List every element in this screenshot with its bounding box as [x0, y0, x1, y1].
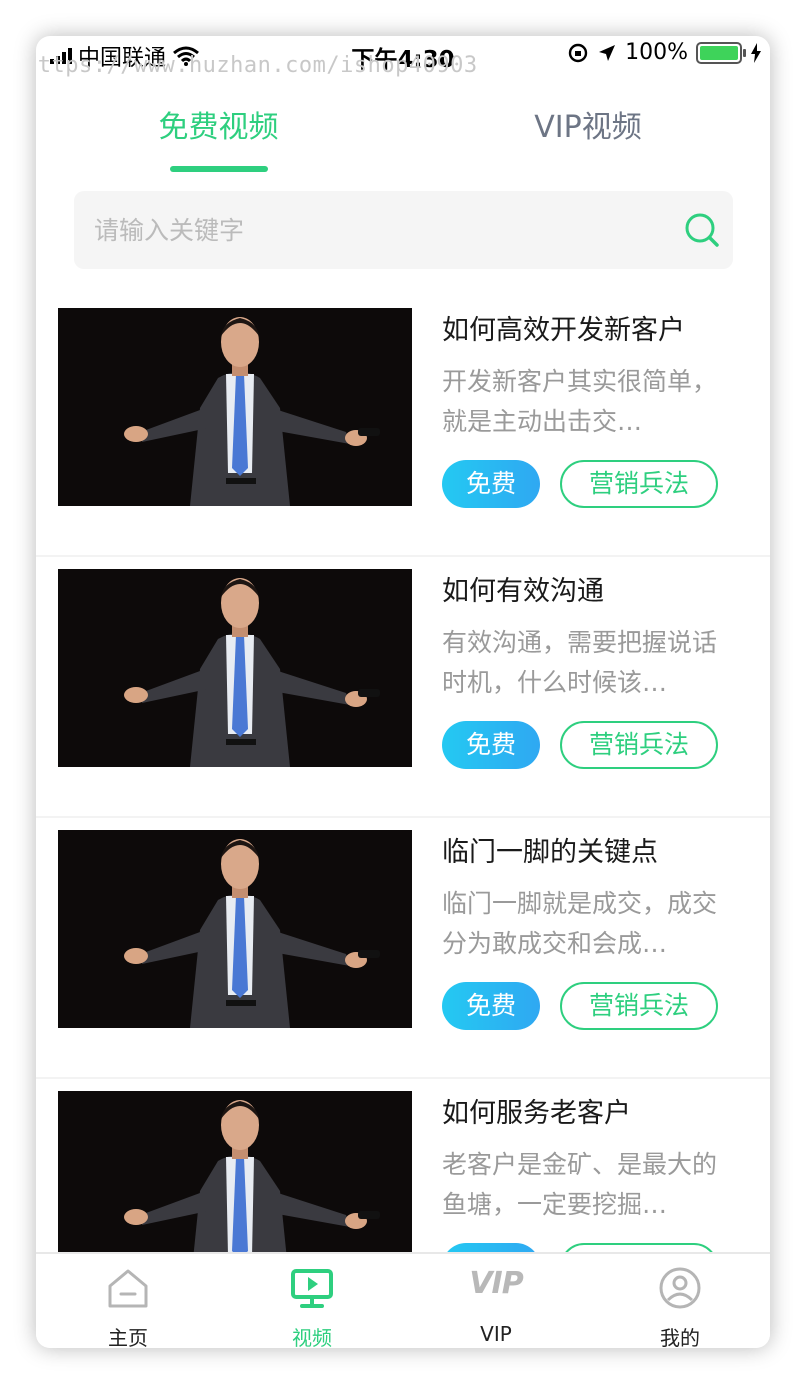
location-icon: [599, 44, 616, 61]
status-bar: 中国联通 下午4:30 100% https://www.huzhan.com/…: [36, 36, 770, 78]
active-tab-indicator: [170, 166, 268, 172]
phone-screen: 中国联通 下午4:30 100% https://www.huzhan.com/…: [36, 36, 770, 1348]
nav-label-profile: 我的: [660, 1326, 700, 1348]
tab-vip-videos[interactable]: VIP视频: [508, 102, 668, 182]
free-badge: 免费: [442, 460, 540, 508]
search-bar: [74, 191, 733, 269]
home-icon: [108, 1269, 148, 1308]
video-title[interactable]: 如何有效沟通: [442, 569, 604, 608]
video-description: 开发新客户其实很简单，就是主动出击交…: [442, 367, 718, 436]
video-item[interactable]: 临门一脚的关键点 临门一脚就是成交，成交分为敢成交和会成… 免费 营销兵法: [36, 818, 770, 1079]
nav-item-home[interactable]: 主页: [68, 1254, 188, 1348]
video-description: 有效沟通，需要把握说话时机，什么时候该…: [442, 628, 718, 697]
video-thumbnail[interactable]: [58, 308, 412, 506]
video-title[interactable]: 如何服务老客户: [442, 1091, 631, 1130]
status-right: 100%: [567, 40, 762, 65]
video-thumbnail[interactable]: [58, 569, 412, 767]
vip-icon: VIP: [469, 1266, 523, 1301]
nav-label-vip: VIP: [480, 1322, 512, 1346]
presenter-image: [58, 569, 412, 767]
nav-label-home: 主页: [108, 1326, 148, 1348]
nav-item-vip[interactable]: VIP VIP: [436, 1254, 556, 1348]
video-list: 如何高效开发新客户 开发新客户其实很简单，就是主动出击交… 免费 营销兵法 如何…: [36, 296, 770, 1340]
category-tag[interactable]: 营销兵法: [560, 982, 718, 1030]
search-icon[interactable]: [683, 211, 721, 249]
video-description: 老客户是金矿、是最大的鱼塘，一定要挖掘…: [442, 1150, 718, 1219]
bottom-nav: 主页 视频 VIP VIP 我的: [36, 1252, 770, 1348]
video-description: 临门一脚就是成交，成交分为敢成交和会成…: [442, 889, 718, 958]
free-badge: 免费: [442, 982, 540, 1030]
category-tag[interactable]: 营销兵法: [560, 460, 718, 508]
search-input[interactable]: [94, 191, 654, 269]
nav-item-video[interactable]: 视频: [252, 1254, 372, 1348]
video-title[interactable]: 如何高效开发新客户: [442, 308, 685, 347]
battery-percent: 100%: [625, 40, 688, 65]
nav-item-profile[interactable]: 我的: [620, 1254, 740, 1348]
rotation-lock-icon: [568, 43, 588, 62]
video-title[interactable]: 临门一脚的关键点: [442, 830, 658, 869]
free-badge: 免费: [442, 721, 540, 769]
category-tag[interactable]: 营销兵法: [560, 721, 718, 769]
battery-icon: [696, 41, 746, 64]
charging-icon: [751, 42, 761, 63]
video-thumbnail[interactable]: [58, 830, 412, 1028]
video-item[interactable]: 如何高效开发新客户 开发新客户其实很简单，就是主动出击交… 免费 营销兵法: [36, 296, 770, 557]
video-icon: [291, 1269, 333, 1308]
tab-bar: 免费视频 VIP视频: [36, 76, 770, 172]
presenter-image: [58, 308, 412, 506]
presenter-image: [58, 830, 412, 1028]
profile-icon: [659, 1267, 701, 1309]
nav-label-video: 视频: [292, 1326, 332, 1348]
video-item[interactable]: 如何有效沟通 有效沟通，需要把握说话时机，什么时候该… 免费 营销兵法: [36, 557, 770, 818]
